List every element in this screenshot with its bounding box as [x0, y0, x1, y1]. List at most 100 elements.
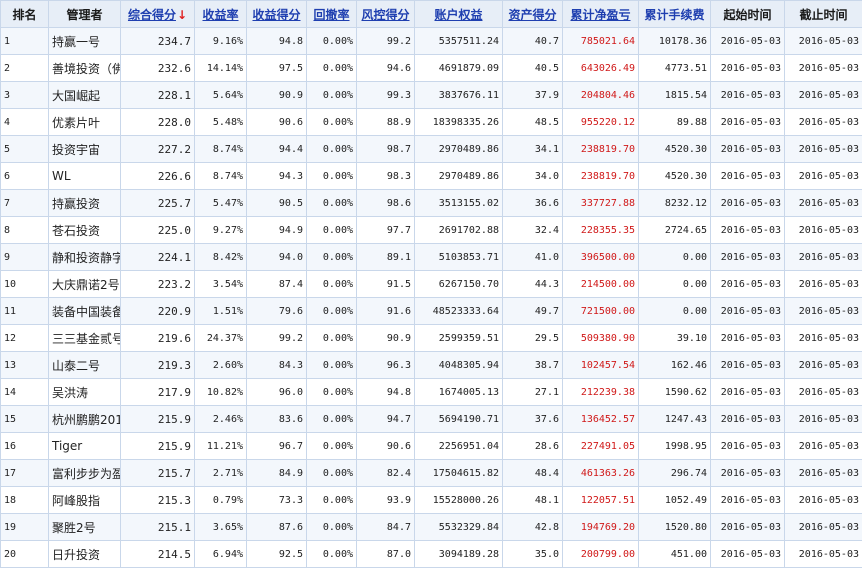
manager-name-cell[interactable]: 善境投资（佛	[48, 54, 121, 82]
manager-name-cell[interactable]: 吴洪涛	[48, 378, 121, 406]
drawdown-cell: 0.00%	[306, 486, 357, 514]
drawdown-cell: 0.00%	[306, 324, 357, 352]
risk-score-cell: 99.2	[356, 27, 415, 55]
header-return-rate[interactable]: 收益率	[194, 0, 247, 28]
start-time-cell: 2016-05-03	[710, 270, 785, 298]
rank-cell: 20	[0, 540, 49, 568]
return-score-cell: 94.8	[246, 27, 307, 55]
end-time-cell: 2016-05-03	[784, 27, 862, 55]
start-time-cell: 2016-05-03	[710, 297, 785, 325]
manager-name-cell[interactable]: 持赢投资	[48, 189, 121, 217]
end-time-cell: 2016-05-03	[784, 324, 862, 352]
header-return-score[interactable]: 收益得分	[246, 0, 307, 28]
cum-fee-cell: 0.00	[638, 243, 711, 271]
manager-name-cell[interactable]: 富利步步为盈	[48, 459, 121, 487]
start-time-cell: 2016-05-03	[710, 351, 785, 379]
return-rate-cell: 8.74%	[194, 162, 247, 190]
equity-cell: 15528000.26	[414, 486, 503, 514]
asset-score-cell: 40.5	[502, 54, 563, 82]
return-score-cell: 94.0	[246, 243, 307, 271]
return-score-cell: 90.9	[246, 81, 307, 109]
manager-name-cell[interactable]: 装备中国装备	[48, 297, 121, 325]
header-drawdown[interactable]: 回撤率	[306, 0, 357, 28]
drawdown-cell: 0.00%	[306, 162, 357, 190]
start-time-cell: 2016-05-03	[710, 540, 785, 568]
header-risk-score[interactable]: 风控得分	[356, 0, 415, 28]
return-rate-cell: 2.71%	[194, 459, 247, 487]
manager-name-cell[interactable]: 杭州鹏鹏2015	[48, 405, 121, 433]
cum-fee-cell: 8232.12	[638, 189, 711, 217]
rank-cell: 11	[0, 297, 49, 325]
cum-fee-cell: 1815.54	[638, 81, 711, 109]
manager-name-cell[interactable]: 大庆鼎诺2号	[48, 270, 121, 298]
header-total-score[interactable]: 综合得分↓	[120, 0, 195, 28]
table-row: 12 三三基金贰号 219.6 24.37% 99.2 0.00% 90.9 2599359.…	[0, 324, 862, 352]
manager-name-cell[interactable]: 持赢一号	[48, 27, 121, 55]
manager-name-cell[interactable]: 苍石投资	[48, 216, 121, 244]
drawdown-cell: 0.00%	[306, 270, 357, 298]
asset-score-cell: 37.6	[502, 405, 563, 433]
end-time-cell: 2016-05-03	[784, 540, 862, 568]
manager-name-cell[interactable]: 三三基金贰号	[48, 324, 121, 352]
manager-name-cell[interactable]: WL	[48, 162, 121, 190]
manager-name-cell[interactable]: 静和投资静字	[48, 243, 121, 271]
drawdown-cell: 0.00%	[306, 459, 357, 487]
rank-cell: 18	[0, 486, 49, 514]
equity-cell: 2691702.88	[414, 216, 503, 244]
rank-cell: 16	[0, 432, 49, 460]
header-asset-score[interactable]: 资产得分	[502, 0, 563, 28]
rank-cell: 9	[0, 243, 49, 271]
equity-cell: 3094189.28	[414, 540, 503, 568]
equity-cell: 3837676.11	[414, 81, 503, 109]
cum-pnl-cell: 238819.70	[562, 162, 639, 190]
risk-score-cell: 96.3	[356, 351, 415, 379]
manager-name-cell[interactable]: Tiger	[48, 432, 121, 460]
total-score-cell: 226.6	[120, 162, 195, 190]
cum-pnl-cell: 136452.57	[562, 405, 639, 433]
start-time-cell: 2016-05-03	[710, 135, 785, 163]
cum-fee-cell: 39.10	[638, 324, 711, 352]
rank-cell: 8	[0, 216, 49, 244]
cum-pnl-cell: 238819.70	[562, 135, 639, 163]
manager-name-cell[interactable]: 优素片叶	[48, 108, 121, 136]
start-time-cell: 2016-05-03	[710, 405, 785, 433]
asset-score-cell: 38.7	[502, 351, 563, 379]
rank-cell: 12	[0, 324, 49, 352]
table-row: 20 日升投资 214.5 6.94% 92.5 0.00% 87.0 3094189.28 3…	[0, 540, 862, 568]
return-score-cell: 83.6	[246, 405, 307, 433]
total-score-cell: 217.9	[120, 378, 195, 406]
rank-cell: 3	[0, 81, 49, 109]
manager-name-cell[interactable]: 投资宇宙	[48, 135, 121, 163]
cum-fee-cell: 4520.30	[638, 162, 711, 190]
rank-cell: 5	[0, 135, 49, 163]
sort-desc-icon: ↓	[176, 7, 188, 22]
total-score-cell: 228.1	[120, 81, 195, 109]
cum-fee-cell: 1998.95	[638, 432, 711, 460]
cum-fee-cell: 1052.49	[638, 486, 711, 514]
header-cum-pnl[interactable]: 累计净盈亏	[562, 0, 639, 28]
manager-name-cell[interactable]: 日升投资	[48, 540, 121, 568]
manager-name-cell[interactable]: 阿峰股指	[48, 486, 121, 514]
equity-cell: 2256951.04	[414, 432, 503, 460]
risk-score-cell: 98.6	[356, 189, 415, 217]
start-time-cell: 2016-05-03	[710, 54, 785, 82]
total-score-cell: 232.6	[120, 54, 195, 82]
start-time-cell: 2016-05-03	[710, 324, 785, 352]
manager-name-cell[interactable]: 山泰二号	[48, 351, 121, 379]
header-equity[interactable]: 账户权益	[414, 0, 503, 28]
asset-score-cell: 29.5	[502, 324, 563, 352]
risk-score-cell: 82.4	[356, 459, 415, 487]
risk-score-cell: 97.7	[356, 216, 415, 244]
manager-name-cell[interactable]: 大国崛起	[48, 81, 121, 109]
asset-score-cell: 34.0	[502, 162, 563, 190]
risk-score-cell: 88.9	[356, 108, 415, 136]
return-score-cell: 84.3	[246, 351, 307, 379]
cum-pnl-cell: 214500.00	[562, 270, 639, 298]
cum-fee-cell: 89.88	[638, 108, 711, 136]
start-time-cell: 2016-05-03	[710, 162, 785, 190]
end-time-cell: 2016-05-03	[784, 351, 862, 379]
return-rate-cell: 11.21%	[194, 432, 247, 460]
return-rate-cell: 8.42%	[194, 243, 247, 271]
manager-name-cell[interactable]: 聚胜2号	[48, 513, 121, 541]
table-row: 5 投资宇宙 227.2 8.74% 94.4 0.00% 98.7 2970489.86 34…	[0, 135, 862, 163]
